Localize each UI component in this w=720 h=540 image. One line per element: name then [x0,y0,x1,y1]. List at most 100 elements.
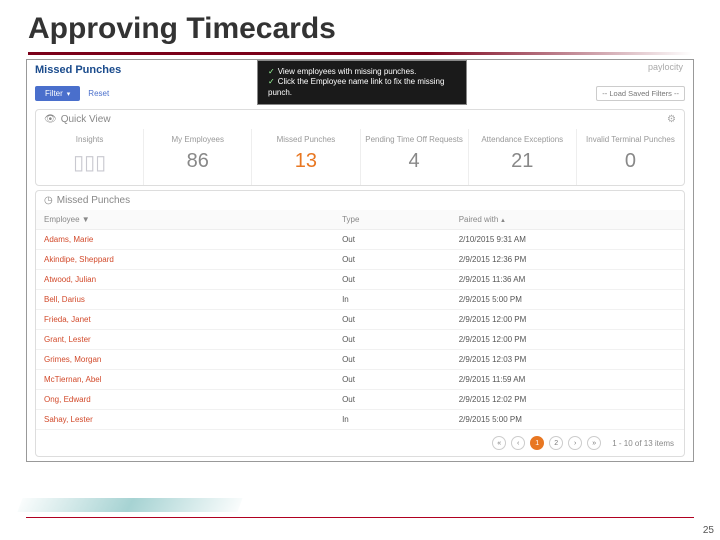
bar-chart-icon: ▯▯▯ [73,150,106,175]
chevron-down-icon: ▾ [67,90,71,98]
filter-button[interactable]: Filter ▾ [35,86,80,101]
qv-invalid-terminal[interactable]: Invalid Terminal Punches 0 [577,129,684,185]
cell-type: Out [334,310,451,330]
employee-link[interactable]: Sahay, Lester [36,410,334,430]
qv-attendance-exceptions[interactable]: Attendance Exceptions 21 [469,129,577,185]
qv-value: 13 [254,150,357,173]
app-frame: Missed Punches ✓View employees with miss… [26,59,694,462]
employee-link[interactable]: Adams, Marie [36,230,334,250]
quick-view-grid: Insights ▯▯▯ My Employees 86 Missed Punc… [36,129,684,185]
tip-line-2: Click the Employee name link to fix the … [268,77,444,96]
eye-icon: 👁 [44,114,57,125]
qv-value: 0 [579,150,682,173]
table-row: Sahay, LesterIn2/9/2015 5:00 PM [36,410,684,430]
cell-type: Out [334,230,451,250]
pager-next[interactable]: › [568,436,582,450]
table-row: Atwood, JulianOut2/9/2015 11:36 AM [36,270,684,290]
check-icon: ✓ [268,67,275,76]
cell-paired: 2/9/2015 11:36 AM [451,270,684,290]
employee-link[interactable]: Grimes, Morgan [36,350,334,370]
employee-link[interactable]: McTiernan, Abel [36,370,334,390]
missed-punches-panel: ◷ Missed Punches Employee ▼ Type Paired … [35,190,685,457]
cell-type: Out [334,330,451,350]
pager-page-1[interactable]: 1 [530,436,544,450]
tip-callout: ✓View employees with missing punches. ✓C… [257,60,467,105]
employee-link[interactable]: Ong, Edward [36,390,334,410]
cell-paired: 2/9/2015 11:59 AM [451,370,684,390]
slide-page-number: 25 [703,525,714,536]
missed-punches-header: ◷ Missed Punches [36,191,684,210]
pager: « ‹ 1 2 › » 1 - 10 of 13 items [36,430,684,456]
quick-view-header: 👁 Quick View ⚙ [36,110,684,129]
cell-paired: 2/9/2015 12:00 PM [451,330,684,350]
quick-view-panel: 👁 Quick View ⚙ Insights ▯▯▯ My Employees… [35,109,685,186]
missed-punches-title: Missed Punches [57,195,130,206]
qv-label: Attendance Exceptions [471,135,574,144]
cell-type: Out [334,270,451,290]
qv-label: My Employees [146,135,249,144]
cell-type: Out [334,350,451,370]
qv-my-employees[interactable]: My Employees 86 [144,129,252,185]
cell-type: Out [334,370,451,390]
pager-page-2[interactable]: 2 [549,436,563,450]
pager-prev[interactable]: ‹ [511,436,525,450]
table-header-row: Employee ▼ Type Paired with [36,210,684,230]
col-type[interactable]: Type [334,210,451,230]
employee-link[interactable]: Bell, Darius [36,290,334,310]
qv-value: 86 [146,150,249,173]
table-row: Grant, LesterOut2/9/2015 12:00 PM [36,330,684,350]
app-header: Missed Punches ✓View employees with miss… [27,60,693,82]
decorative-swoosh [17,498,242,512]
clock-icon: ◷ [44,195,53,206]
pager-last[interactable]: » [587,436,601,450]
title-underline [28,52,692,55]
qv-label: Insights [38,135,141,144]
cell-paired: 2/10/2015 9:31 AM [451,230,684,250]
qv-label: Missed Punches [254,135,357,144]
table-row: Frieda, JanetOut2/9/2015 12:00 PM [36,310,684,330]
qv-insights[interactable]: Insights ▯▯▯ [36,129,144,185]
cell-type: Out [334,390,451,410]
qv-value: 4 [363,150,466,173]
slide-title: Approving Timecards [0,0,720,52]
cell-type: In [334,410,451,430]
reset-link[interactable]: Reset [88,89,109,98]
employee-link[interactable]: Frieda, Janet [36,310,334,330]
cell-paired: 2/9/2015 12:00 PM [451,310,684,330]
filter-label: Filter [45,89,63,98]
cell-paired: 2/9/2015 12:36 PM [451,250,684,270]
employee-link[interactable]: Akindipe, Sheppard [36,250,334,270]
missed-punches-table: Employee ▼ Type Paired with Adams, Marie… [36,210,684,430]
cell-paired: 2/9/2015 12:02 PM [451,390,684,410]
table-row: Akindipe, SheppardOut2/9/2015 12:36 PM [36,250,684,270]
cell-type: In [334,290,451,310]
cell-type: Out [334,250,451,270]
cell-paired: 2/9/2015 5:00 PM [451,290,684,310]
table-row: Bell, DariusIn2/9/2015 5:00 PM [36,290,684,310]
pager-range: 1 - 10 of 13 items [612,439,674,448]
table-row: Grimes, MorganOut2/9/2015 12:03 PM [36,350,684,370]
qv-pending-timeoff[interactable]: Pending Time Off Requests 4 [361,129,469,185]
tip-line-1: View employees with missing punches. [278,67,417,76]
col-paired-with[interactable]: Paired with [451,210,684,230]
page-title: Missed Punches [35,64,121,76]
load-saved-filters[interactable]: -- Load Saved Filters -- [596,86,685,101]
gear-icon[interactable]: ⚙ [667,114,676,125]
cell-paired: 2/9/2015 12:03 PM [451,350,684,370]
qv-value: 21 [471,150,574,173]
col-employee[interactable]: Employee ▼ [36,210,334,230]
table-row: Ong, EdwardOut2/9/2015 12:02 PM [36,390,684,410]
decorative-line [26,517,694,518]
qv-label: Invalid Terminal Punches [579,135,682,144]
quick-view-title: Quick View [61,114,111,125]
table-row: McTiernan, AbelOut2/9/2015 11:59 AM [36,370,684,390]
brand-logo: paylocity [648,62,683,72]
check-icon: ✓ [268,77,275,86]
pager-first[interactable]: « [492,436,506,450]
employee-link[interactable]: Grant, Lester [36,330,334,350]
employee-link[interactable]: Atwood, Julian [36,270,334,290]
cell-paired: 2/9/2015 5:00 PM [451,410,684,430]
table-row: Adams, MarieOut2/10/2015 9:31 AM [36,230,684,250]
qv-missed-punches[interactable]: Missed Punches 13 [252,129,360,185]
qv-label: Pending Time Off Requests [363,135,466,144]
